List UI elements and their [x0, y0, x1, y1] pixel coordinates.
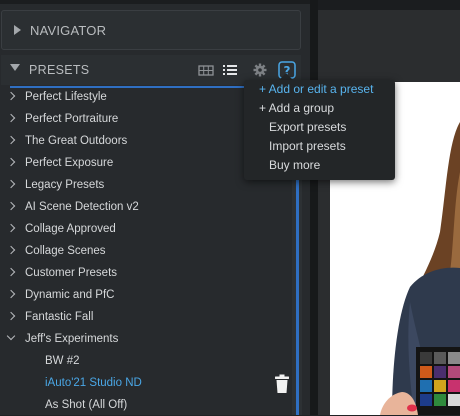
preset-group-label: Perfect Lifestyle [25, 91, 107, 103]
preset-group-label: Fantastic Fall [25, 311, 94, 323]
expand-triangle-icon[interactable] [14, 25, 21, 35]
preset-group-row[interactable]: AI Scene Detection v2 [0, 196, 292, 218]
navigator-title: NAVIGATOR [30, 22, 107, 38]
chevron-right-icon[interactable] [6, 179, 16, 189]
preset-group-label: Jeff's Experiments [25, 333, 119, 345]
preset-group-label: Legacy Presets [25, 179, 105, 191]
preset-group-label: Collage Approved [25, 223, 116, 235]
menu-item-label: Import presets [269, 138, 346, 153]
list-view-icon[interactable] [222, 62, 238, 78]
menu-item-label: Export presets [269, 119, 347, 134]
preset-group-label: AI Scene Detection v2 [25, 201, 139, 213]
preset-item[interactable]: BW #2 [0, 350, 292, 372]
chevron-right-icon[interactable] [6, 311, 16, 321]
chevron-right-icon[interactable] [6, 201, 16, 211]
preset-item[interactable]: As Shot (All Off) [0, 394, 292, 416]
panel-top-edge [0, 0, 310, 4]
presets-title: PRESETS [29, 63, 90, 77]
menu-item-add-group[interactable]: + Add a group [244, 98, 395, 117]
collapse-triangle-icon[interactable] [10, 64, 20, 71]
navigator-section-header[interactable]: NAVIGATOR [1, 10, 301, 50]
menu-item-label: + Add a group [259, 100, 335, 115]
preset-group-row[interactable]: Collage Approved [0, 218, 292, 240]
menu-item-add-edit-preset[interactable]: + Add or edit a preset [244, 79, 395, 98]
menu-item-buy-more[interactable]: Buy more [244, 155, 395, 174]
menu-item-label: + Add or edit a preset [259, 81, 374, 96]
preset-actions-menu: + Add or edit a preset + Add a group Exp… [244, 80, 395, 180]
preset-group-label: The Great Outdoors [25, 135, 128, 147]
chevron-right-icon[interactable] [6, 245, 16, 255]
preset-group-label: Perfect Exposure [25, 157, 114, 169]
chevron-right-icon[interactable] [6, 267, 16, 277]
grid-view-icon[interactable] [198, 62, 214, 78]
chevron-right-icon[interactable] [6, 91, 16, 101]
menu-item-import-presets[interactable]: Import presets [244, 136, 395, 155]
preset-group-label: Dynamic and PfC [25, 289, 115, 301]
preset-item-label: BW #2 [45, 355, 80, 367]
preset-group-label: Collage Scenes [25, 245, 106, 257]
panel-divider[interactable] [310, 0, 318, 415]
menu-item-label: Buy more [269, 157, 321, 172]
preset-group-label: Customer Presets [25, 267, 118, 279]
canvas-top-strip [318, 0, 460, 10]
chevron-right-icon[interactable] [6, 223, 16, 233]
gear-icon[interactable] [252, 62, 268, 78]
trash-icon[interactable] [274, 374, 290, 394]
preset-item-label: As Shot (All Off) [45, 399, 128, 411]
chevron-right-icon[interactable] [6, 157, 16, 167]
menu-item-export-presets[interactable]: Export presets [244, 117, 395, 136]
preset-group-label: Perfect Portraiture [25, 113, 119, 125]
preset-group-row-expanded[interactable]: Jeff's Experiments [0, 328, 292, 350]
preset-group-row[interactable]: Dynamic and PfC [0, 284, 292, 306]
chevron-right-icon[interactable] [6, 289, 16, 299]
chevron-down-icon[interactable] [6, 331, 16, 341]
preset-group-row[interactable]: Fantastic Fall [0, 306, 292, 328]
preset-item-label: iAuto'21 Studio ND [45, 377, 142, 389]
preset-group-row[interactable]: Customer Presets [0, 262, 292, 284]
preset-group-row[interactable]: Collage Scenes [0, 240, 292, 262]
chevron-right-icon[interactable] [6, 113, 16, 123]
preset-item-selected[interactable]: iAuto'21 Studio ND [0, 372, 292, 394]
chevron-right-icon[interactable] [6, 135, 16, 145]
